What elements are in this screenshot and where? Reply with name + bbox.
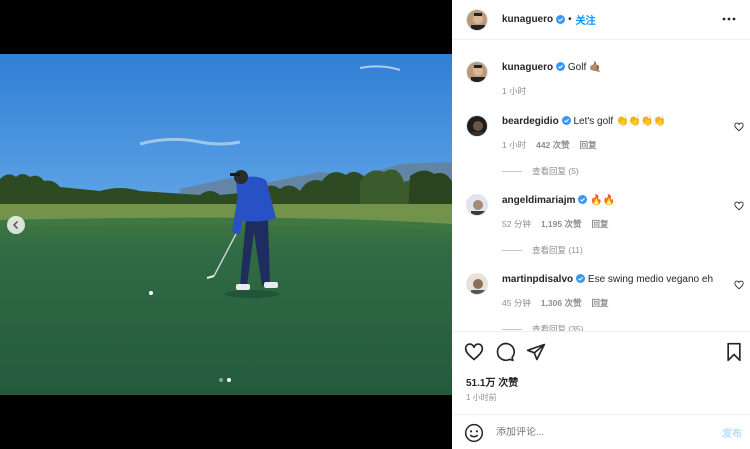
like-comment-heart-icon[interactable] [734, 122, 744, 132]
view-replies-button[interactable]: 查看回复 (5) [502, 165, 579, 177]
view-replies-button[interactable]: 查看回复 (11) [502, 244, 583, 256]
comment-likes[interactable]: 442 次赞 [536, 140, 570, 150]
like-comment-heart-icon[interactable] [734, 201, 744, 211]
separator-dot: • [568, 14, 572, 25]
comment-row: beardegidio Let's golf 👏👏👏👏 1 小时 442 次赞 回复 [466, 115, 746, 151]
replies-line [502, 328, 522, 330]
replies-line [502, 249, 522, 251]
author-username[interactable]: kunaguero [502, 14, 553, 25]
caption-text: Golf 🤙🏽 [567, 62, 602, 73]
carousel-dot [219, 378, 223, 382]
replies-line [502, 170, 522, 172]
author-avatar[interactable] [466, 8, 488, 31]
caption-time: 1 小时 [502, 86, 527, 96]
comment-text: Ese swing medio vegano eh [587, 274, 713, 285]
verified-badge-icon [561, 116, 571, 125]
reply-button[interactable]: 回复 [591, 298, 608, 308]
comment-row: angeldimariajm 🔥🔥 52 分钟 1,195 次赞 回复 [466, 194, 746, 230]
caption-username[interactable]: kunaguero [502, 62, 553, 73]
verified-badge-icon [556, 15, 566, 24]
comment-row: martinpdisalvo Ese swing medio vegano eh… [466, 273, 746, 309]
golf-photo-image [0, 54, 452, 395]
verified-badge-icon [578, 195, 588, 204]
commenter-avatar[interactable] [466, 273, 488, 295]
follow-button[interactable]: 关注 [576, 12, 596, 27]
emoji-smiley-icon[interactable] [464, 423, 484, 443]
avatar-image [467, 116, 487, 136]
carousel-prev-button[interactable] [7, 216, 25, 234]
share-send-icon[interactable] [526, 342, 546, 362]
comment-time: 52 分钟 [502, 219, 531, 229]
comment-text: Let's golf 👏👏👏👏 [573, 116, 666, 127]
golf-photo[interactable] [0, 54, 452, 395]
post-header: kunaguero • 关注 [452, 0, 750, 40]
comments-section[interactable]: kunaguero Golf 🤙🏽 1 小时 beardegidio Let's… [452, 41, 750, 331]
comment-time: 1 小时 [502, 140, 527, 150]
avatar-image [467, 9, 487, 30]
posted-time[interactable]: 1 小时前 [466, 392, 497, 403]
comment-bubble-icon[interactable] [495, 342, 515, 362]
comment-likes[interactable]: 1,306 次赞 [541, 298, 582, 308]
view-replies-label: 查看回复 (35) [532, 324, 584, 331]
comment-input[interactable] [496, 427, 696, 438]
like-comment-heart-icon[interactable] [734, 280, 744, 290]
verified-badge-icon [556, 62, 566, 71]
add-comment-bar: 发布 [452, 414, 750, 449]
view-replies-label: 查看回复 (5) [532, 166, 579, 176]
comment-username[interactable]: angeldimariajm [502, 195, 575, 206]
caption-row: kunaguero Golf 🤙🏽 1 小时 [466, 61, 746, 97]
comment-text: 🔥🔥 [590, 195, 616, 206]
comment-username[interactable]: beardegidio [502, 116, 559, 127]
reply-button[interactable]: 回复 [580, 140, 597, 150]
post-comment-button[interactable]: 发布 [722, 425, 742, 440]
likes-count[interactable]: 51.1万 次赞 [466, 374, 518, 389]
save-bookmark-icon[interactable] [724, 342, 744, 362]
avatar-image [467, 274, 487, 294]
post-media [0, 0, 452, 449]
view-replies-label: 查看回复 (11) [532, 245, 583, 255]
post-side-panel: kunaguero • 关注 kunaguero Golf 🤙🏽 1 小时 be… [452, 0, 750, 449]
chevron-left-icon [12, 220, 19, 230]
comment-username[interactable]: martinpdisalvo [502, 274, 573, 285]
commenter-avatar[interactable] [466, 115, 488, 137]
carousel-indicator [219, 378, 231, 382]
avatar-image [467, 62, 487, 82]
post-actions: 51.1万 次赞 1 小时前 发布 [452, 331, 750, 449]
view-replies-button[interactable]: 查看回复 (35) [502, 323, 583, 331]
more-options-icon[interactable] [722, 12, 736, 26]
carousel-dot-active [227, 378, 231, 382]
commenter-avatar[interactable] [466, 194, 488, 216]
reply-button[interactable]: 回复 [591, 219, 608, 229]
author-avatar[interactable] [466, 61, 488, 83]
comment-likes[interactable]: 1,195 次赞 [541, 219, 582, 229]
avatar-image [467, 195, 487, 215]
like-heart-icon[interactable] [464, 342, 484, 362]
comment-time: 45 分钟 [502, 298, 531, 308]
verified-badge-icon [576, 274, 586, 283]
